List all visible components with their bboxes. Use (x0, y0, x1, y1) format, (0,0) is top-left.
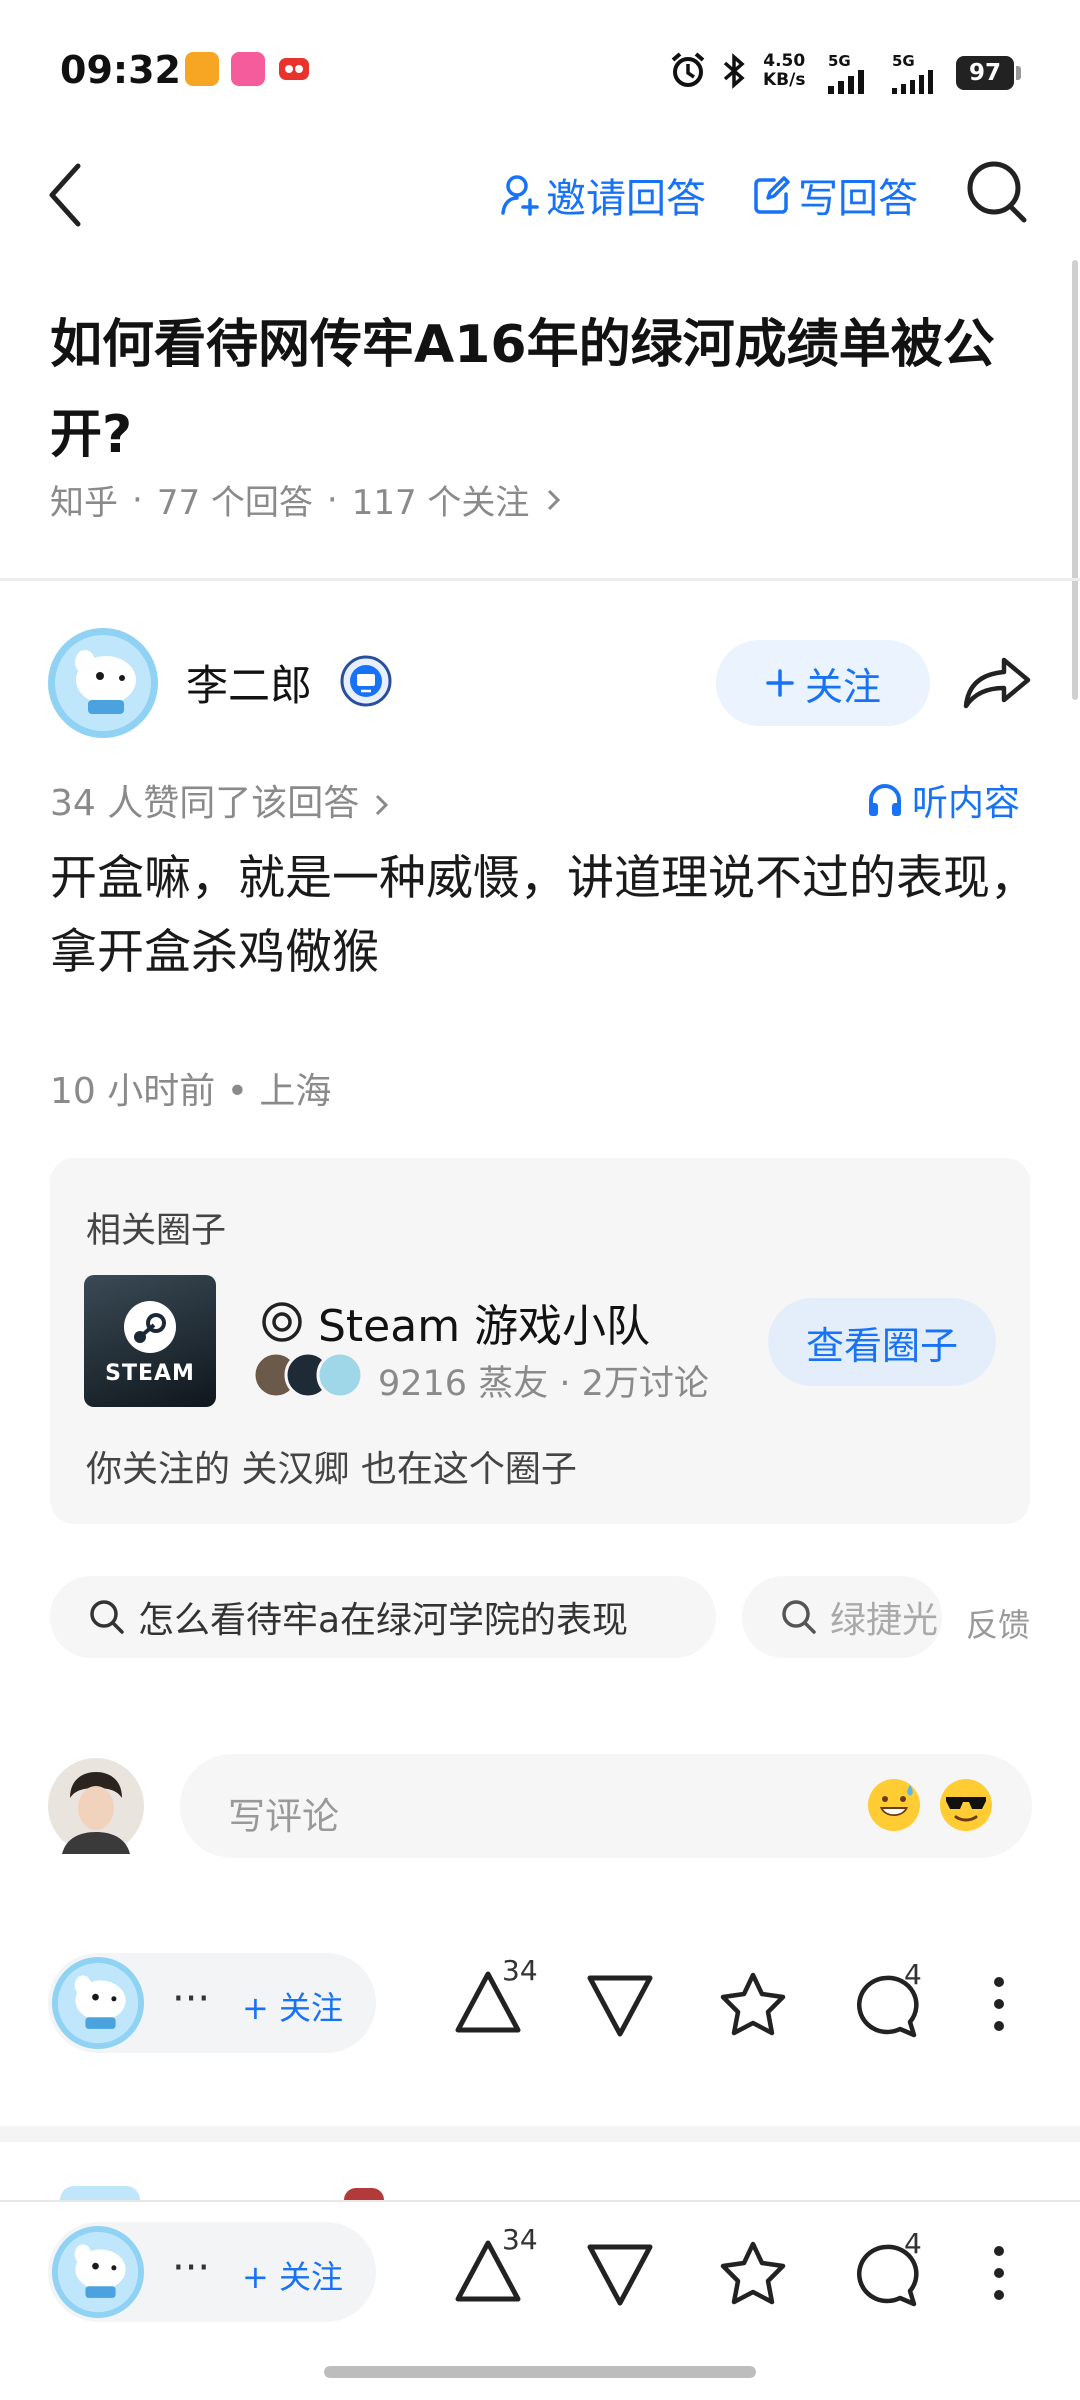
battery-tip (1016, 66, 1021, 80)
circle-name[interactable]: Steam 游戏小队 (260, 1290, 650, 1354)
follow-button[interactable]: 关注 (716, 640, 930, 726)
circle-note: 你关注的 关汉卿 也在这个圈子 (86, 1449, 577, 1490)
alarm-icon (668, 50, 708, 90)
follow-button-small[interactable]: + 关注 (242, 2252, 343, 2298)
signal-1: 5G (828, 52, 872, 94)
comment-placeholder: 写评论 (228, 1795, 339, 1838)
answer-count: 77 个回答 (156, 483, 313, 523)
person-add-icon (500, 173, 540, 217)
network-speed: 4.50 KB/s (763, 51, 806, 90)
scrollbar[interactable] (1072, 260, 1078, 700)
listen-label: 听内容 (912, 783, 1021, 824)
battery-level: 97 (956, 56, 1014, 90)
follow-button-small[interactable]: + 关注 (242, 1983, 343, 2029)
upvote-count: 34 (502, 2223, 538, 2256)
more-icon[interactable] (992, 1976, 1006, 2032)
downvote-icon[interactable] (584, 1972, 656, 2040)
home-indicator[interactable] (324, 2366, 756, 2378)
section-separator (0, 2126, 1080, 2142)
bluetooth-icon (720, 52, 748, 90)
steam-logo-text: STEAM (105, 1361, 195, 1386)
notification-app-icon-1 (185, 52, 219, 86)
notification-app-icon-3 (277, 52, 311, 86)
related-search-chip[interactable]: 怎么看待牢a在绿河学院的表现 (50, 1576, 716, 1658)
author-name[interactable]: 李二郎 (186, 652, 312, 713)
answer-time-location: 10 小时前 • 上海 (50, 1071, 332, 1112)
search-icon[interactable] (966, 158, 1030, 226)
invite-label: 邀请回答 (546, 176, 706, 222)
bottom-bar-divider (0, 2200, 1080, 2202)
author-avatar-small[interactable] (52, 2226, 144, 2318)
comment-count: 4 (904, 1958, 922, 1991)
view-circle-button[interactable]: 查看圈子 (768, 1298, 996, 1386)
related-search-text: 怎么看待牢a在绿河学院的表现 (138, 1600, 629, 1641)
headphones-icon (866, 781, 904, 819)
related-search-text: 绿捷光 (830, 1600, 939, 1641)
likes-link[interactable]: 34 人赞同了该回答 (50, 774, 391, 826)
search-icon (780, 1598, 818, 1636)
share-icon[interactable] (962, 652, 1034, 712)
verified-badge-icon (340, 655, 392, 707)
chevron-right-icon (371, 790, 391, 820)
write-answer-button[interactable]: 写回答 (752, 166, 918, 224)
back-arrow-icon[interactable] (44, 160, 88, 230)
search-icon (88, 1598, 126, 1636)
plus-icon (765, 668, 795, 698)
steam-icon[interactable]: STEAM (84, 1275, 216, 1407)
feedback-link[interactable]: 反馈 (966, 1600, 1030, 1646)
invite-answer-button[interactable]: 邀请回答 (500, 166, 706, 224)
signal-2: 5G (892, 52, 942, 94)
circle-stats: 9216 蒸友 · 2万讨论 (378, 1364, 709, 1404)
author-name-truncated: ··· (172, 1976, 211, 2022)
follow-count: 117 个关注 (351, 483, 530, 523)
circle-heading: 相关圈子 (86, 1211, 227, 1251)
status-time: 09:32 (60, 48, 181, 92)
follow-label: 关注 (804, 664, 881, 709)
next-answer-badge-peek (344, 2188, 384, 2200)
divider (0, 578, 1080, 581)
related-search-chip[interactable]: 绿捷光 (742, 1576, 942, 1658)
question-source: 知乎 (50, 483, 118, 523)
star-icon[interactable] (718, 2239, 788, 2307)
more-icon[interactable] (992, 2245, 1006, 2301)
notification-app-icon-2 (231, 52, 265, 86)
author-avatar-small[interactable] (52, 1957, 144, 2049)
dot-separator: · (326, 479, 338, 520)
dot-separator: · (132, 479, 143, 520)
question-title[interactable]: 如何看待网传牢A16年的绿河成绩单被公开? (50, 300, 1030, 480)
next-answer-avatar-peek (60, 2186, 140, 2200)
chevron-right-icon (543, 485, 563, 515)
comment-count: 4 (904, 2227, 922, 2260)
likes-text: 34 人赞同了该回答 (50, 783, 360, 824)
write-label: 写回答 (798, 176, 918, 222)
answer-body[interactable]: 开盒嘛，就是一种威慑，讲道理说不过的表现，拿开盒杀鸡儆猴 (50, 842, 1040, 990)
author-avatar[interactable] (48, 628, 158, 738)
star-icon[interactable] (718, 1970, 788, 2038)
emoji-sweat-icon[interactable] (866, 1777, 922, 1833)
question-meta[interactable]: 知乎 · 77 个回答 · 117 个关注 (50, 475, 563, 524)
user-avatar[interactable] (48, 1758, 144, 1854)
upvote-count: 34 (502, 1954, 538, 1987)
circle-icon (260, 1300, 304, 1344)
circle-name-label: Steam 游戏小队 (318, 1301, 651, 1352)
edit-icon (752, 174, 792, 216)
downvote-icon[interactable] (584, 2241, 656, 2309)
emoji-sunglasses-icon[interactable] (938, 1777, 994, 1833)
member-avatars (252, 1350, 368, 1400)
listen-button[interactable]: 听内容 (866, 774, 1020, 826)
author-name-truncated: ··· (172, 2245, 211, 2291)
